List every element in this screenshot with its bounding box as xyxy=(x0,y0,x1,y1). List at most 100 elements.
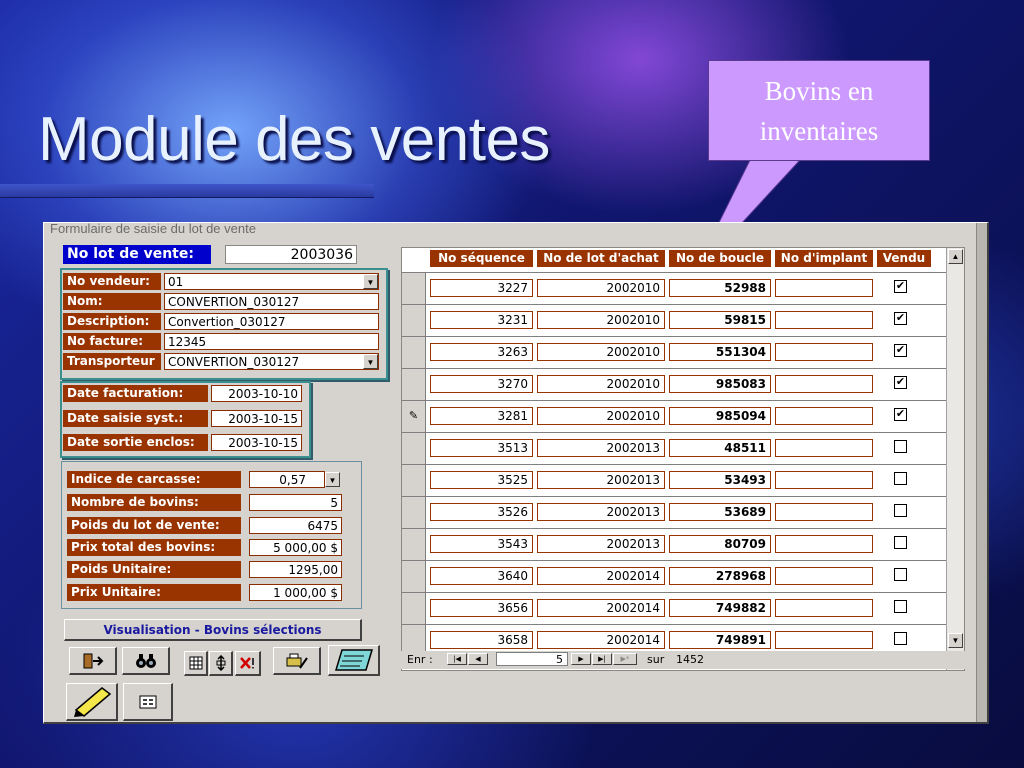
sequence-cell[interactable]: 3227 xyxy=(430,279,533,297)
invoice-date-field[interactable]: 2003-10-10 xyxy=(211,385,302,402)
print-button[interactable] xyxy=(273,647,321,675)
current-record-field[interactable]: 5 xyxy=(496,652,568,666)
sold-checkbox[interactable]: ✔ xyxy=(894,312,907,325)
record-selector[interactable] xyxy=(402,497,426,528)
previous-record-icon[interactable]: ◀ xyxy=(468,653,488,665)
view-selected-cattle-button[interactable]: Visualisation - Bovins sélections xyxy=(64,619,362,641)
table-row[interactable]: 3526 2002013 53689 xyxy=(402,496,946,528)
tag-cell[interactable]: 749882 xyxy=(669,599,771,617)
sequence-cell[interactable]: 3525 xyxy=(430,471,533,489)
sold-checkbox[interactable] xyxy=(894,600,907,613)
sold-checkbox[interactable] xyxy=(894,504,907,517)
implant-cell[interactable] xyxy=(775,375,873,393)
vendor-number-field[interactable]: 01 xyxy=(164,273,379,290)
tag-cell[interactable]: 278968 xyxy=(669,567,771,585)
purchase-lot-cell[interactable]: 2002014 xyxy=(537,567,665,585)
grid-view-button[interactable] xyxy=(184,651,208,676)
implant-cell[interactable] xyxy=(775,471,873,489)
table-row[interactable]: 3543 2002013 80709 xyxy=(402,528,946,560)
purchase-lot-cell[interactable]: 2002010 xyxy=(537,279,665,297)
table-row[interactable]: 3263 2002010 551304 ✔ xyxy=(402,336,946,368)
tag-cell[interactable]: 52988 xyxy=(669,279,771,297)
tag-cell[interactable]: 985094 xyxy=(669,407,771,425)
exit-button[interactable] xyxy=(69,647,117,675)
table-row[interactable]: 3227 2002010 52988 ✔ xyxy=(402,272,946,304)
scroll-up-icon[interactable]: ▲ xyxy=(948,249,963,264)
purchase-lot-cell[interactable]: 2002013 xyxy=(537,503,665,521)
edit-button[interactable] xyxy=(66,683,118,721)
record-selector[interactable] xyxy=(402,561,426,592)
tag-cell[interactable]: 80709 xyxy=(669,535,771,553)
implant-cell[interactable] xyxy=(775,343,873,361)
delete-record-button[interactable] xyxy=(235,651,261,676)
first-record-icon[interactable]: |◀ xyxy=(447,653,467,665)
tag-cell[interactable]: 749891 xyxy=(669,631,771,649)
column-header-implant[interactable]: No d'implant xyxy=(775,250,873,267)
sold-checkbox[interactable] xyxy=(894,472,907,485)
tag-cell[interactable]: 53689 xyxy=(669,503,771,521)
implant-cell[interactable] xyxy=(775,407,873,425)
table-row[interactable]: 3656 2002014 749882 xyxy=(402,592,946,624)
record-selector[interactable]: ✎ xyxy=(402,401,426,432)
purchase-lot-cell[interactable]: 2002013 xyxy=(537,439,665,457)
notes-button[interactable] xyxy=(328,645,380,676)
implant-cell[interactable] xyxy=(775,535,873,553)
carcass-index-field[interactable]: 0,57 xyxy=(249,471,325,488)
sold-checkbox[interactable] xyxy=(894,632,907,645)
implant-cell[interactable] xyxy=(775,311,873,329)
sequence-cell[interactable]: 3270 xyxy=(430,375,533,393)
column-header-tag[interactable]: No de boucle xyxy=(669,250,771,267)
record-selector[interactable] xyxy=(402,593,426,624)
sequence-cell[interactable]: 3231 xyxy=(430,311,533,329)
column-header-purchase-lot[interactable]: No de lot d'achat xyxy=(537,250,665,267)
purchase-lot-cell[interactable]: 2002010 xyxy=(537,343,665,361)
chevron-down-icon[interactable]: ▼ xyxy=(363,274,378,289)
tag-cell[interactable]: 48511 xyxy=(669,439,771,457)
table-row[interactable]: 3270 2002010 985083 ✔ xyxy=(402,368,946,400)
unit-price-field[interactable]: 1 000,00 $ xyxy=(249,584,342,601)
sold-checkbox[interactable] xyxy=(894,568,907,581)
form-view-button[interactable] xyxy=(123,683,173,721)
purchase-lot-cell[interactable]: 2002010 xyxy=(537,407,665,425)
sequence-cell[interactable]: 3640 xyxy=(430,567,533,585)
chevron-down-icon[interactable]: ▼ xyxy=(363,354,378,369)
cattle-count-field[interactable]: 5 xyxy=(249,494,342,511)
exit-date-field[interactable]: 2003-10-15 xyxy=(211,434,302,451)
purchase-lot-cell[interactable]: 2002010 xyxy=(537,375,665,393)
record-selector[interactable] xyxy=(402,305,426,336)
sold-checkbox[interactable] xyxy=(894,440,907,453)
unit-weight-field[interactable]: 1295,00 xyxy=(249,561,342,578)
implant-cell[interactable] xyxy=(775,567,873,585)
tag-cell[interactable]: 59815 xyxy=(669,311,771,329)
sequence-cell[interactable]: 3543 xyxy=(430,535,533,553)
table-row[interactable]: 3525 2002013 53493 xyxy=(402,464,946,496)
record-selector[interactable] xyxy=(402,433,426,464)
purchase-lot-cell[interactable]: 2002013 xyxy=(537,535,665,553)
name-field[interactable]: CONVERTION_030127 xyxy=(164,293,379,310)
record-selector[interactable] xyxy=(402,465,426,496)
sold-checkbox[interactable]: ✔ xyxy=(894,280,907,293)
purchase-lot-cell[interactable]: 2002014 xyxy=(537,631,665,649)
sequence-cell[interactable]: 3263 xyxy=(430,343,533,361)
record-selector[interactable] xyxy=(402,369,426,400)
tag-cell[interactable]: 551304 xyxy=(669,343,771,361)
chevron-down-icon[interactable]: ▼ xyxy=(325,472,340,487)
implant-cell[interactable] xyxy=(775,631,873,649)
sequence-cell[interactable]: 3658 xyxy=(430,631,533,649)
sequence-cell[interactable]: 3526 xyxy=(430,503,533,521)
new-record-icon[interactable]: ▶* xyxy=(613,653,637,665)
implant-cell[interactable] xyxy=(775,279,873,297)
sold-checkbox[interactable]: ✔ xyxy=(894,376,907,389)
scroll-down-icon[interactable]: ▼ xyxy=(948,633,963,648)
tag-cell[interactable]: 985083 xyxy=(669,375,771,393)
implant-cell[interactable] xyxy=(775,439,873,457)
column-header-sold[interactable]: Vendu xyxy=(877,250,931,267)
invoice-number-field[interactable]: 12345 xyxy=(164,333,379,350)
table-row[interactable]: 3640 2002014 278968 xyxy=(402,560,946,592)
implant-cell[interactable] xyxy=(775,599,873,617)
record-selector[interactable] xyxy=(402,337,426,368)
resize-button[interactable] xyxy=(209,651,233,676)
table-row[interactable]: ✎ 3281 2002010 985094 ✔ xyxy=(402,400,946,432)
sequence-cell[interactable]: 3513 xyxy=(430,439,533,457)
sequence-cell[interactable]: 3281 xyxy=(430,407,533,425)
